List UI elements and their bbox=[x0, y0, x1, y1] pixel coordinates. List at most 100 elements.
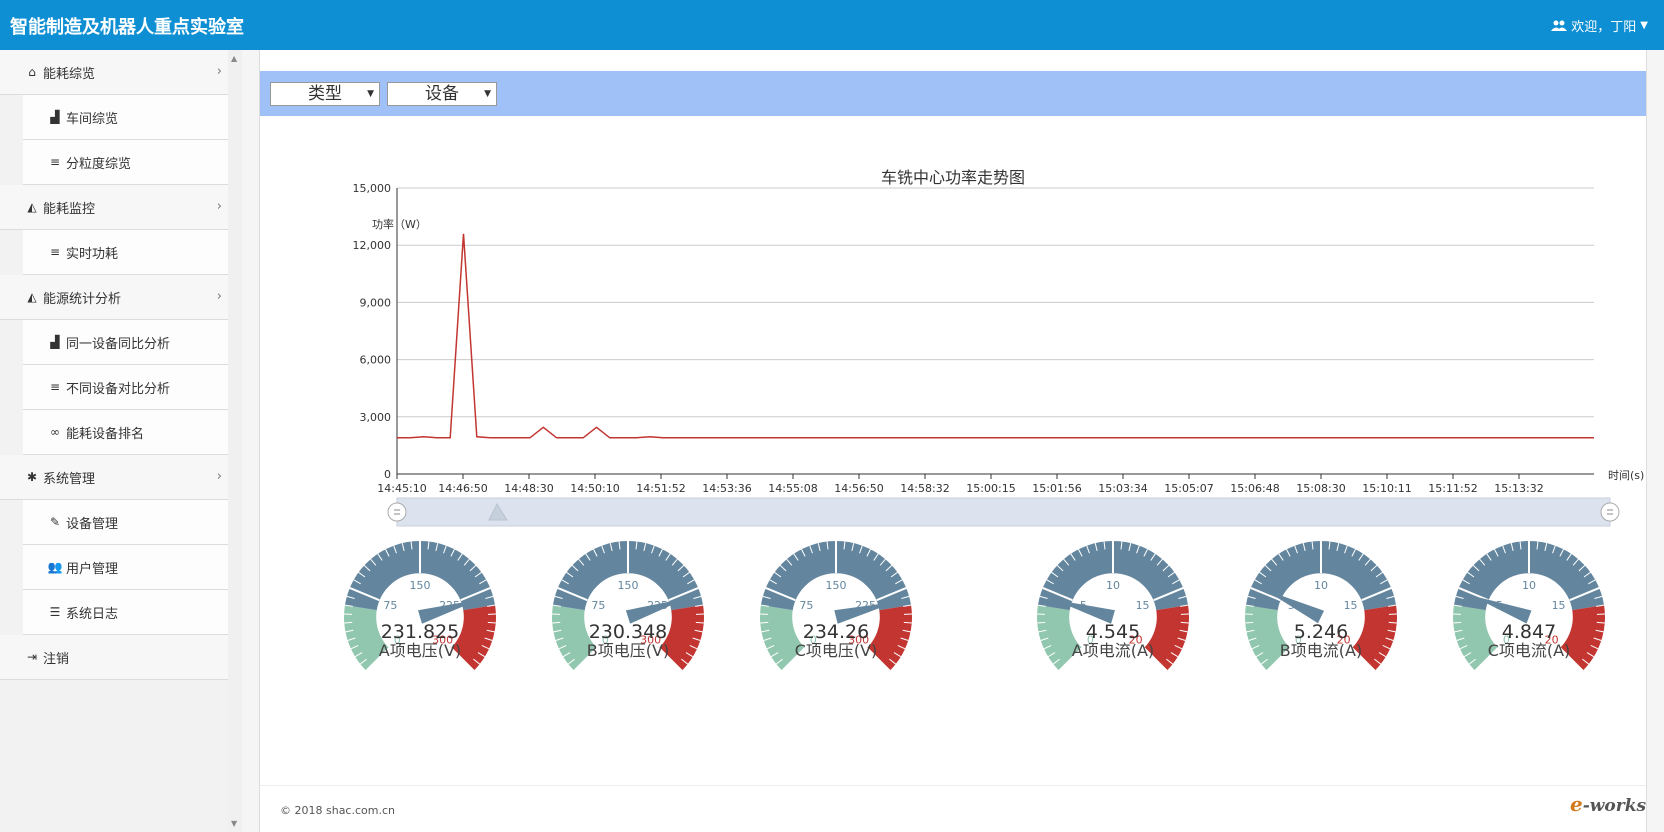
sidebar-item-label: 用户管理 bbox=[66, 561, 119, 577]
gauge-value: 5.246 bbox=[1294, 621, 1348, 643]
area-chart-icon: ◭ bbox=[27, 290, 37, 304]
users-icon: 👥 bbox=[47, 560, 63, 574]
sidebar-item-label: 系统管理 bbox=[43, 471, 96, 487]
type-select-value: 类型 bbox=[308, 84, 342, 104]
x-tick-label: 15:06:48 bbox=[1230, 482, 1279, 495]
x-tick-label: 15:05:07 bbox=[1164, 482, 1213, 495]
gauge-tick bbox=[552, 621, 561, 624]
x-tick-label: 15:10:11 bbox=[1362, 482, 1411, 495]
gauge-tick bbox=[1037, 621, 1046, 624]
gauge-tick bbox=[344, 621, 353, 624]
x-tick-label: 14:58:32 bbox=[900, 482, 949, 495]
sidebar-item-12[interactable]: ☰ 系统日志 bbox=[23, 590, 242, 635]
gauge-scale-label: 10 bbox=[1314, 579, 1328, 592]
sidebar-item-9[interactable]: ✱ 系统管理 › bbox=[0, 455, 242, 500]
x-tick-label: 15:13:32 bbox=[1494, 482, 1543, 495]
list-icon: ≡ bbox=[49, 245, 61, 259]
sidebar-item-label: 实时功耗 bbox=[66, 246, 119, 262]
chart-title: 车铣中心功率走势图 bbox=[881, 168, 1025, 187]
home-icon: ⌂ bbox=[28, 65, 36, 79]
device-select[interactable]: 设备 ▼ bbox=[387, 82, 497, 106]
gauge-scale-label: 150 bbox=[618, 579, 639, 592]
gauge-title: C项电流(A) bbox=[1488, 641, 1571, 660]
gauge-band-low bbox=[1453, 605, 1499, 671]
gauge-scale-label: 15 bbox=[1552, 599, 1566, 612]
gauge-panel: 075150225300231.825A项电压(V)07515022530023… bbox=[344, 540, 1605, 672]
gauge-band-high bbox=[866, 605, 913, 671]
users-icon bbox=[1551, 20, 1568, 31]
gauge-title: B项电流(A) bbox=[1280, 641, 1362, 660]
x-tick-label: 14:53:36 bbox=[702, 482, 751, 495]
sidebar-item-label: 系统日志 bbox=[66, 606, 119, 622]
sidebar-scrollbar[interactable]: ▲ ▼ bbox=[228, 50, 242, 832]
gauge-scale-label: 75 bbox=[799, 599, 813, 612]
gauge-scale-label: 75 bbox=[591, 599, 605, 612]
scroll-up-icon[interactable]: ▲ bbox=[231, 54, 237, 63]
sidebar-item-label: 同一设备同比分析 bbox=[66, 336, 171, 352]
gauge-scale-label: 10 bbox=[1106, 579, 1120, 592]
y-tick-label: 6,000 bbox=[360, 354, 392, 367]
caret-down-icon: ▼ bbox=[484, 89, 491, 99]
gauge-band-low bbox=[760, 605, 806, 671]
type-select[interactable]: 类型 ▼ bbox=[270, 82, 380, 106]
gauge-tick bbox=[1388, 621, 1397, 624]
sidebar-item-8[interactable]: ∞ 能耗设备排名 bbox=[23, 410, 242, 455]
sidebar-item-6[interactable]: ▟ 同一设备同比分析 bbox=[23, 320, 242, 365]
user-greeting: 欢迎，丁阳 bbox=[1571, 20, 1637, 35]
y-tick-label: 3,000 bbox=[360, 411, 392, 424]
y-axis-label: 功率（W） bbox=[372, 217, 427, 231]
link-icon: ∞ bbox=[50, 425, 60, 439]
sign-out-icon: ⇥ bbox=[26, 650, 38, 664]
chevron-right-icon: › bbox=[216, 64, 222, 79]
sidebar-item-label: 设备管理 bbox=[66, 516, 119, 532]
x-tick-label: 15:00:15 bbox=[966, 482, 1015, 495]
sidebar-item-3[interactable]: ◭ 能耗监控 › bbox=[0, 185, 242, 230]
sidebar-item-11[interactable]: 👥 用户管理 bbox=[23, 545, 242, 590]
y-tick-label: 9,000 bbox=[360, 296, 392, 309]
list-icon: ≡ bbox=[49, 155, 61, 169]
x-tick-label: 15:03:34 bbox=[1098, 482, 1147, 495]
gauge-tick bbox=[1180, 621, 1189, 624]
x-tick-label: 15:11:52 bbox=[1428, 482, 1477, 495]
datazoom-handle-left[interactable] bbox=[387, 502, 407, 522]
sidebar-item-label: 能耗综览 bbox=[43, 66, 96, 82]
gauge-band-low bbox=[1037, 605, 1083, 671]
gauge-scale-label: 15 bbox=[1136, 599, 1150, 612]
gauge-scale-label: 75 bbox=[383, 599, 397, 612]
factory-icon: ▟ bbox=[50, 110, 60, 124]
x-tick-label: 14:50:10 bbox=[570, 482, 619, 495]
wrench-icon: ✎ bbox=[49, 515, 61, 529]
sidebar-item-1[interactable]: ▟ 车间综览 bbox=[23, 95, 242, 140]
gauge-band-high bbox=[1351, 605, 1397, 671]
gauge-tick bbox=[1596, 621, 1605, 624]
gauge-title: B项电压(V) bbox=[587, 641, 669, 660]
sidebar-item-7[interactable]: ≡ 不同设备对比分析 bbox=[23, 365, 242, 410]
gauge-scale-label: 10 bbox=[1522, 579, 1536, 592]
sidebar-item-13[interactable]: ⇥ 注销 bbox=[0, 635, 242, 680]
x-tick-label: 14:56:50 bbox=[834, 482, 883, 495]
user-menu[interactable]: 欢迎，丁阳 ▼ bbox=[1551, 16, 1648, 35]
gauge-tick bbox=[1453, 621, 1462, 624]
gauge-scale-label: 150 bbox=[826, 579, 847, 592]
sidebar-item-2[interactable]: ≡ 分粒度综览 bbox=[23, 140, 242, 185]
x-tick-label: 15:08:30 bbox=[1296, 482, 1345, 495]
app-title: 智能制造及机器人重点实验室 bbox=[10, 17, 244, 38]
y-tick-label: 12,000 bbox=[353, 239, 392, 252]
sidebar-item-label: 车间综览 bbox=[66, 111, 119, 127]
x-tick-label: 14:45:10 bbox=[377, 482, 426, 495]
sidebar-item-5[interactable]: ◭ 能源统计分析 › bbox=[0, 275, 242, 320]
list-icon: ≡ bbox=[49, 380, 61, 394]
sidebar-item-0[interactable]: ⌂ 能耗综览 › bbox=[0, 50, 242, 95]
main-content: 类型 ▼ 设备 ▼ 车铣中心功率走势图 功率（W） 0 3,000 6,000 9,000… bbox=[259, 50, 1647, 832]
scroll-down-icon[interactable]: ▼ bbox=[231, 819, 237, 828]
sidebar-item-label: 能源统计分析 bbox=[43, 291, 122, 307]
datazoom-handle-right[interactable] bbox=[1600, 502, 1620, 522]
sidebar-item-10[interactable]: ✎ 设备管理 bbox=[23, 500, 242, 545]
x-tick-label: 14:51:52 bbox=[636, 482, 685, 495]
sidebar-item-4[interactable]: ≡ 实时功耗 bbox=[23, 230, 242, 275]
gauge-scale-label: 150 bbox=[410, 579, 431, 592]
sidebar-item-label: 能耗监控 bbox=[43, 201, 96, 217]
caret-down-icon: ▼ bbox=[367, 89, 374, 99]
gauge-band-low bbox=[1245, 605, 1291, 671]
gauge-value: 4.847 bbox=[1502, 621, 1556, 643]
